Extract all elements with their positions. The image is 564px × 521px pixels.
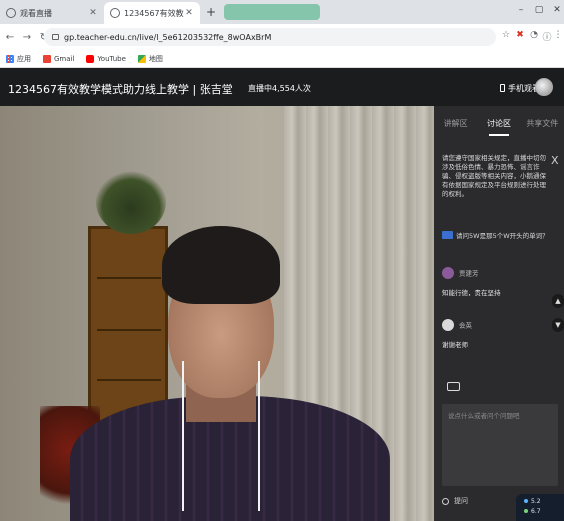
ask-question-toggle[interactable]: 提问: [442, 496, 468, 506]
avatar: [442, 266, 454, 279]
viewer-count: 4,554人次: [272, 84, 311, 93]
menu-icon[interactable]: ⋮: [552, 30, 564, 40]
tab-close-icon[interactable]: ✕: [88, 8, 98, 18]
phone-icon: [500, 84, 505, 92]
maximize-icon[interactable]: ▢: [530, 0, 548, 24]
live-status: 直播中: [248, 84, 272, 93]
page-title: 1234567有效教学模式助力线上教学 | 张吉堂: [8, 83, 233, 96]
chat-text: 知能行德，贵在坚持: [442, 289, 501, 297]
chat-message: 会英 谢谢老师: [442, 314, 552, 349]
chat-author: 会英: [459, 321, 472, 330]
lock-icon: [52, 34, 59, 40]
bookmark-label: YouTube: [97, 54, 126, 63]
tab-favicon-icon: [110, 8, 120, 18]
scroll-up-icon[interactable]: ▲: [552, 294, 564, 308]
browser-tab[interactable]: 观看直播 ✕: [0, 2, 104, 24]
minimize-icon[interactable]: –: [512, 0, 530, 24]
net-speed-widget: 5.2 6.7: [516, 494, 564, 521]
new-tab-button[interactable]: +: [203, 4, 219, 20]
video-person-hair: [162, 226, 280, 304]
tab-title: 1234567有效教学模式助力线上教: [124, 8, 184, 18]
notice-text: 请您遵守国家相关规定，直播中切勿涉及低俗色情、暴力恐怖、谣言诈骗、侵权盗版等相关…: [442, 154, 546, 198]
chat-icon[interactable]: [447, 382, 460, 391]
gmail-icon: [43, 54, 51, 63]
earphone-cable: [182, 361, 184, 511]
live-video[interactable]: [0, 106, 434, 521]
earphone-cable: [258, 361, 260, 511]
close-window-icon[interactable]: ✕: [548, 0, 564, 24]
scroll-down-icon[interactable]: ▼: [552, 318, 564, 332]
bookmark-apps[interactable]: 应用: [6, 54, 31, 64]
bookmarks-bar: 应用 Gmail YouTube 地图: [0, 50, 564, 68]
tab-favicon-icon: [6, 8, 16, 18]
bookmark-maps[interactable]: 地图: [137, 54, 163, 64]
star-icon[interactable]: ☆: [500, 30, 512, 40]
tab-shared-files[interactable]: 共享文件: [521, 106, 564, 142]
avatar: [442, 318, 454, 331]
bookmark-label: Gmail: [54, 54, 75, 63]
maps-icon: [137, 54, 146, 63]
youtube-icon: [86, 54, 95, 63]
browser-tab[interactable]: [224, 4, 320, 20]
chat-input[interactable]: 说点什么或者问个问题吧: [442, 404, 558, 486]
tab-close-icon[interactable]: ✕: [184, 8, 194, 18]
browser-tab-active[interactable]: 1234567有效教学模式助力线上教 ✕: [104, 2, 200, 24]
question-icon: [442, 231, 453, 239]
url-text: gp.teacher-edu.cn/live/l_5e61203532ffe_8…: [64, 32, 272, 42]
question-link[interactable]: 请问5W是那5个W开头的单词？: [442, 230, 560, 240]
bookmark-gmail[interactable]: Gmail: [43, 54, 75, 63]
live-header: 1234567有效教学模式助力线上教学 | 张吉堂 直播中 4,554人次 手机…: [0, 68, 564, 106]
chat-author: 贾建芳: [459, 269, 479, 278]
chat-input-placeholder: 说点什么或者问个问题吧: [448, 412, 520, 420]
browser-tab-strip: 观看直播 ✕ 1234567有效教学模式助力线上教 ✕ + – ▢ ✕: [0, 0, 564, 24]
bookmark-label: 应用: [17, 54, 31, 63]
tab-discussion[interactable]: 讨论区: [477, 106, 520, 142]
address-bar[interactable]: gp.teacher-edu.cn/live/l_5e61203532ffe_8…: [44, 28, 496, 46]
bookmark-label: 地图: [148, 54, 163, 63]
forward-icon[interactable]: →: [20, 32, 34, 43]
avatar[interactable]: [535, 78, 553, 96]
radio-icon: [442, 497, 449, 505]
browser-toolbar: ← → ↻ gp.teacher-edu.cn/live/l_5e6120353…: [0, 24, 564, 50]
download-speed: 6.7: [531, 508, 541, 515]
tab-lecture[interactable]: 讲解区: [434, 106, 477, 142]
apps-grid-icon: [6, 54, 14, 63]
back-icon[interactable]: ←: [3, 32, 17, 43]
panel-tabs: 讲解区 讨论区 共享文件: [434, 106, 564, 142]
bookmark-youtube[interactable]: YouTube: [86, 54, 126, 63]
close-icon[interactable]: X: [551, 154, 559, 167]
chat-message: 贾建芳 知能行德，贵在坚持: [442, 262, 552, 297]
extension-icon[interactable]: ✖: [514, 30, 526, 40]
profile-icon[interactable]: ◔: [528, 30, 540, 40]
chat-text: 谢谢老师: [442, 341, 468, 349]
question-text: 请问5W是那5个W开头的单词？: [456, 232, 549, 240]
video-plant: [96, 170, 166, 234]
mobile-watch-button[interactable]: 手机观看: [500, 83, 540, 94]
ask-question-label: 提问: [454, 497, 468, 505]
upload-speed: 5.2: [531, 498, 541, 505]
tab-title: 观看直播: [20, 8, 52, 18]
